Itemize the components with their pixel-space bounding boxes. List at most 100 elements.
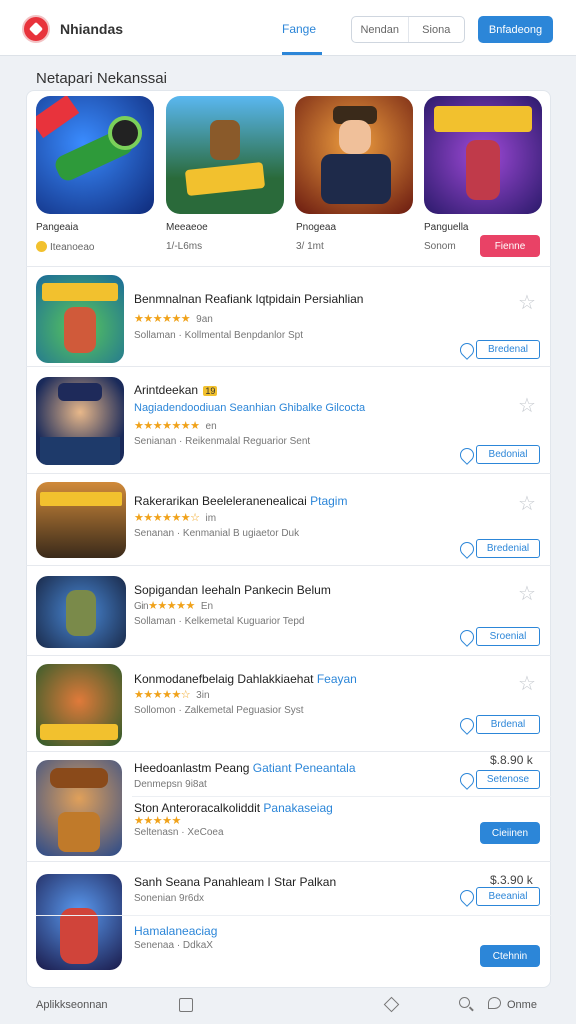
heart-icon[interactable] (457, 770, 477, 790)
app-meta: Sollaman · Kollmental Benpdanlor Spt (134, 330, 303, 341)
featured-sub-3: 3/ 1mt (296, 241, 324, 252)
rating-value: 9an (196, 314, 213, 325)
heart-icon[interactable] (457, 445, 477, 465)
list-item[interactable]: Arintdeekan 19 Nagiadendoodiuan Seanhian… (26, 366, 551, 473)
app-name: Nhiandas (60, 21, 124, 37)
favorite-star-icon[interactable]: ☆ (518, 584, 536, 604)
app-title[interactable]: Sanh Seana Panahleam I Star Palkan (134, 875, 336, 889)
app-title[interactable]: Sopigandan Ieehaln Pankecin Belum (134, 583, 331, 597)
heart-icon[interactable] (457, 715, 477, 735)
featured-label-3: Pnogeaa (296, 222, 337, 233)
rating-stars: ★★★★★☆ 3in (134, 688, 210, 701)
featured-sub-2: 1/-L6ms (166, 241, 203, 252)
home-icon[interactable] (179, 998, 193, 1012)
heart-icon[interactable] (457, 887, 477, 907)
featured-image-2[interactable] (166, 96, 284, 214)
stars-text: ★★★★★★ (134, 313, 191, 325)
list-item[interactable]: Sanh Seana Panahleam I Star Palkan Sonen… (26, 861, 551, 979)
seg-left-button[interactable]: Nendan (352, 17, 409, 42)
title-link[interactable]: Gatiant Peneantala (253, 761, 356, 775)
rating-value: en (205, 421, 217, 432)
app-title-text: Konmodanefbelaig Dahlakkiaehat (134, 672, 314, 686)
rating-stars: Gin★★★★★ En (134, 599, 213, 612)
tab-active[interactable]: Fange (282, 22, 316, 36)
app-thumbnail (36, 275, 124, 363)
section-title: Netapari Nekanssai (36, 70, 167, 87)
heart-icon[interactable] (457, 627, 477, 647)
install-button[interactable]: Cieiinen (480, 822, 540, 844)
seg-right-button[interactable]: Siona (409, 17, 465, 42)
price: $.8.90 k (490, 753, 533, 767)
featured-action-button[interactable]: Fienne (480, 235, 540, 257)
app-meta: Seltenasn · XeCoea (134, 827, 224, 838)
top-bar: Nhiandas Fange Nendan Siona Bnfadeong (0, 0, 576, 56)
app-title-2-text: Ston Anteroracalkoliddit (134, 801, 261, 815)
list-item[interactable]: Konmodanefbelaig Dahlakkiaehat Feayan ★★… (26, 655, 551, 751)
outline-action-button[interactable]: Beeanial (476, 887, 540, 906)
outline-action-button[interactable]: Bedonial (476, 445, 540, 464)
app-title-2[interactable]: Ston Anteroracalkoliddit Panakaseiag (134, 801, 333, 815)
app-title[interactable]: Konmodanefbelaig Dahlakkiaehat Feayan (134, 672, 357, 686)
favorite-star-icon[interactable]: ☆ (518, 674, 536, 694)
rating-stars: ★★★★★★ 9an (134, 312, 213, 325)
app-thumbnail (36, 760, 122, 856)
segmented-control: Nendan Siona (351, 16, 465, 43)
price: $.3.90 k (490, 873, 533, 887)
title-badge: 19 (203, 386, 218, 396)
app-sub: Sonenian 9r6dx (134, 893, 205, 904)
heart-icon[interactable] (457, 340, 477, 360)
favorite-star-icon[interactable]: ☆ (518, 494, 536, 514)
rating-value: im (205, 513, 217, 524)
outline-action-button[interactable]: Setenose (476, 770, 540, 789)
app-logo[interactable] (22, 15, 50, 43)
title-link[interactable]: Feayan (317, 672, 357, 686)
app-title-2[interactable]: Hamalaneaciag (134, 924, 217, 938)
list-item[interactable]: Benmnalnan Reafiank Iqtpidain Persiahlia… (26, 266, 551, 366)
signup-button[interactable]: Bnfadeong (478, 16, 553, 43)
app-meta: Sollaman · Kelkemetal Kuguarior Tepd (134, 616, 305, 627)
app-thumbnail (36, 482, 126, 558)
app-subtitle-link[interactable]: Nagiadendoodiuan Seanhian Ghibalke Gilco… (134, 402, 365, 414)
stars-text: ★★★★★☆ (134, 689, 191, 701)
featured-image-1[interactable] (36, 96, 154, 214)
app-thumbnail (36, 874, 122, 970)
rating-value: 3in (196, 690, 210, 701)
featured-image-4[interactable] (424, 96, 542, 214)
featured-label-1: Pangeaia (36, 222, 79, 233)
install-button[interactable]: Ctehnin (480, 945, 540, 967)
app-meta: Senianan · Reikenmalal Reguarior Sent (134, 436, 311, 447)
outline-action-button[interactable]: Brdenal (476, 715, 540, 734)
rating-stars: ★★★★★ (134, 815, 181, 827)
rating-stars: ★★★★★★★ en (134, 419, 217, 432)
featured-sub-1-text: Iteanoeao (50, 242, 95, 253)
list-item[interactable]: Rakerarikan Beeleleranenealicai Ptagim ★… (26, 473, 551, 565)
more-label[interactable]: Onme (507, 999, 537, 1011)
featured-sub-4: Sonom (424, 241, 456, 252)
app-thumbnail (36, 377, 124, 465)
chat-icon[interactable] (488, 997, 501, 1009)
list-item[interactable]: Sopigandan Ieehaln Pankecin Belum Gin★★★… (26, 565, 551, 655)
tab-indicator (282, 52, 322, 55)
title-link[interactable]: Panakaseiag (263, 801, 332, 815)
app-title[interactable]: Benmnalnan Reafiank Iqtpidain Persiahlia… (134, 292, 363, 306)
coin-icon (36, 241, 47, 252)
bottom-label[interactable]: Aplikkseonnan (36, 999, 108, 1011)
outline-action-button[interactable]: Sroenial (476, 627, 540, 646)
favorite-star-icon[interactable]: ☆ (518, 396, 536, 416)
title-link[interactable]: Ptagim (310, 494, 347, 508)
favorite-star-icon[interactable]: ☆ (518, 293, 536, 313)
app-meta: Senenaa · DdkaX (134, 940, 213, 951)
outline-action-button[interactable]: Bredenal (476, 340, 540, 359)
featured-image-3[interactable] (295, 96, 413, 214)
app-title[interactable]: Heedoanlastm Peang Gatiant Peneantala (134, 761, 356, 775)
divider (132, 796, 551, 797)
app-title-text: Heedoanlastm Peang (134, 761, 250, 775)
diamond-icon[interactable] (383, 996, 400, 1013)
stars-text: ★★★★★★★ (134, 420, 200, 432)
search-icon[interactable] (459, 997, 470, 1008)
app-title[interactable]: Rakerarikan Beeleleranenealicai Ptagim (134, 494, 347, 508)
outline-action-button[interactable]: Bredenial (476, 539, 540, 558)
app-title[interactable]: Arintdeekan 19 (134, 383, 218, 397)
list-item[interactable]: Heedoanlastm Peang Gatiant Peneantala De… (26, 751, 551, 861)
heart-icon[interactable] (457, 539, 477, 559)
